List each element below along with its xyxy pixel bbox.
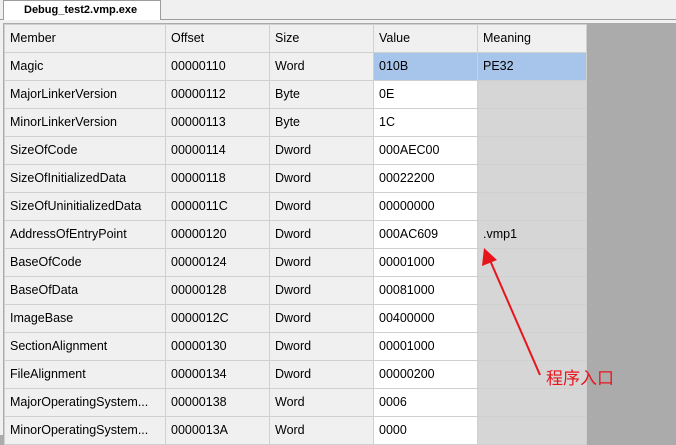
arrow-line [488,257,541,376]
entry-point-annotation: 程序入口 [546,369,614,389]
arrow-head [482,248,497,266]
